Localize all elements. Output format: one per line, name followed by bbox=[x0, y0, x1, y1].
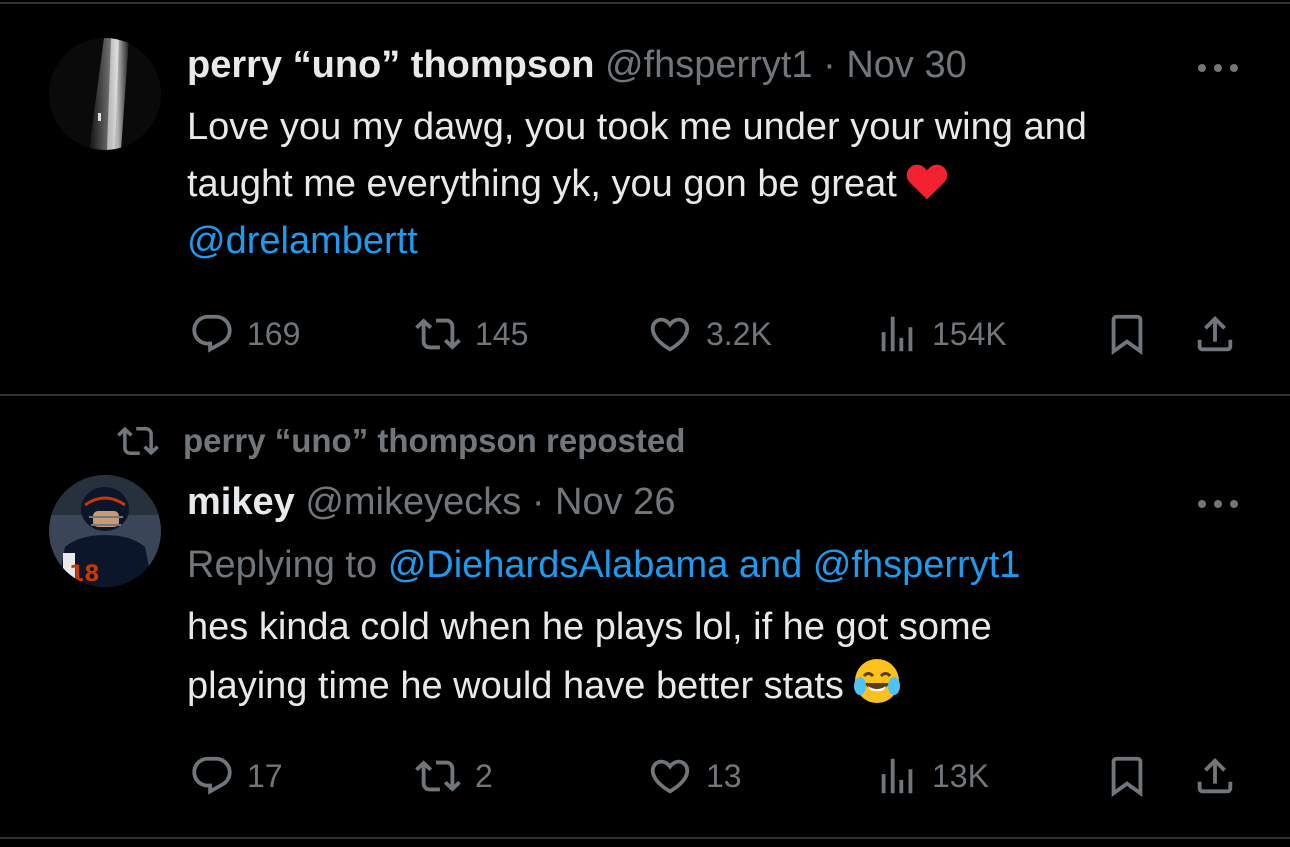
views-chart-icon bbox=[874, 311, 920, 357]
like-count: 3.2K bbox=[706, 315, 772, 352]
tweet-header: perry “uno” thompson @fhsperryt1 · Nov 3… bbox=[187, 42, 967, 88]
reply-icon bbox=[189, 753, 235, 799]
reply-button[interactable]: 169 bbox=[189, 311, 300, 357]
tweet-date[interactable]: Nov 26 bbox=[555, 481, 675, 523]
face-with-tears-of-joy-icon bbox=[853, 659, 900, 703]
bookmark-icon[interactable] bbox=[1104, 311, 1150, 357]
like-count: 13 bbox=[706, 757, 742, 794]
views-button[interactable]: 154K bbox=[874, 311, 1007, 357]
mention-link[interactable]: @fhsperryt1 bbox=[813, 544, 1021, 586]
tweet-text-line: Love you my dawg, you took me under your… bbox=[187, 106, 1087, 148]
mention-link[interactable]: @drelambertt bbox=[187, 220, 418, 262]
more-options-icon[interactable] bbox=[1196, 494, 1240, 514]
repost-count: 2 bbox=[475, 757, 493, 794]
separator: · bbox=[812, 44, 847, 86]
share-icon[interactable] bbox=[1192, 753, 1238, 799]
like-button[interactable]: 3.2K bbox=[646, 311, 772, 357]
repost-button[interactable]: 2 bbox=[413, 753, 493, 799]
tweet-header: mikey @mikeyecks · Nov 26 bbox=[187, 479, 675, 525]
tweet-text-line: taught me everything yk, you gon be grea… bbox=[187, 156, 1237, 213]
tweet-text: hes kinda cold when he plays lol, if he … bbox=[187, 599, 1237, 715]
repost-icon bbox=[413, 753, 463, 799]
repost-icon bbox=[115, 420, 161, 462]
tweet-date[interactable]: Nov 30 bbox=[846, 44, 966, 86]
bookmark-icon[interactable] bbox=[1104, 753, 1150, 799]
author-name[interactable]: perry “uno” thompson bbox=[187, 44, 594, 86]
repost-label: perry “uno” thompson reposted bbox=[183, 422, 686, 459]
share-icon[interactable] bbox=[1192, 311, 1238, 357]
football-player-avatar-icon: 18 bbox=[49, 475, 161, 587]
views-chart-icon bbox=[874, 753, 920, 799]
tweet-1[interactable]: perry “uno” thompson @fhsperryt1 · Nov 3… bbox=[0, 0, 1290, 394]
repost-button[interactable]: 145 bbox=[413, 311, 528, 357]
reply-count: 17 bbox=[247, 757, 283, 794]
svg-text:18: 18 bbox=[69, 562, 100, 587]
views-button[interactable]: 13K bbox=[874, 753, 989, 799]
tweet-text: Love you my dawg, you took me under your… bbox=[187, 99, 1237, 270]
avatar[interactable]: 18 bbox=[49, 475, 161, 587]
red-heart-icon bbox=[906, 164, 948, 200]
repost-icon bbox=[413, 311, 463, 357]
more-options-icon[interactable] bbox=[1196, 58, 1240, 78]
replying-to-prefix: Replying to bbox=[187, 544, 378, 586]
tweet-2[interactable]: perry “uno” thompson reposted 18 mikey @… bbox=[0, 396, 1290, 838]
author-handle[interactable]: @mikeyecks bbox=[305, 481, 521, 523]
avatar[interactable] bbox=[49, 38, 161, 150]
replying-joiner: and bbox=[738, 544, 803, 586]
views-count: 154K bbox=[932, 315, 1007, 352]
mention-link[interactable]: @DiehardsAlabama bbox=[388, 544, 729, 586]
repost-indicator[interactable]: perry “uno” thompson reposted bbox=[115, 420, 685, 462]
dark-light-beam-avatar-icon bbox=[49, 38, 161, 150]
replying-to-line: Replying to @DiehardsAlabama and @fhsper… bbox=[187, 542, 1020, 588]
heart-icon bbox=[646, 753, 694, 799]
author-handle[interactable]: @fhsperryt1 bbox=[605, 44, 813, 86]
tweet-text-line: playing time he would have better stats bbox=[187, 656, 1237, 715]
separator: · bbox=[521, 481, 556, 523]
reply-button[interactable]: 17 bbox=[189, 753, 283, 799]
like-button[interactable]: 13 bbox=[646, 753, 742, 799]
reply-icon bbox=[189, 311, 235, 357]
bottom-divider bbox=[0, 837, 1290, 839]
author-name[interactable]: mikey bbox=[187, 481, 295, 523]
tweet-text-line: hes kinda cold when he plays lol, if he … bbox=[187, 606, 992, 648]
reply-count: 169 bbox=[247, 315, 301, 352]
heart-icon bbox=[646, 311, 694, 357]
repost-count: 145 bbox=[475, 315, 529, 352]
views-count: 13K bbox=[932, 757, 989, 794]
